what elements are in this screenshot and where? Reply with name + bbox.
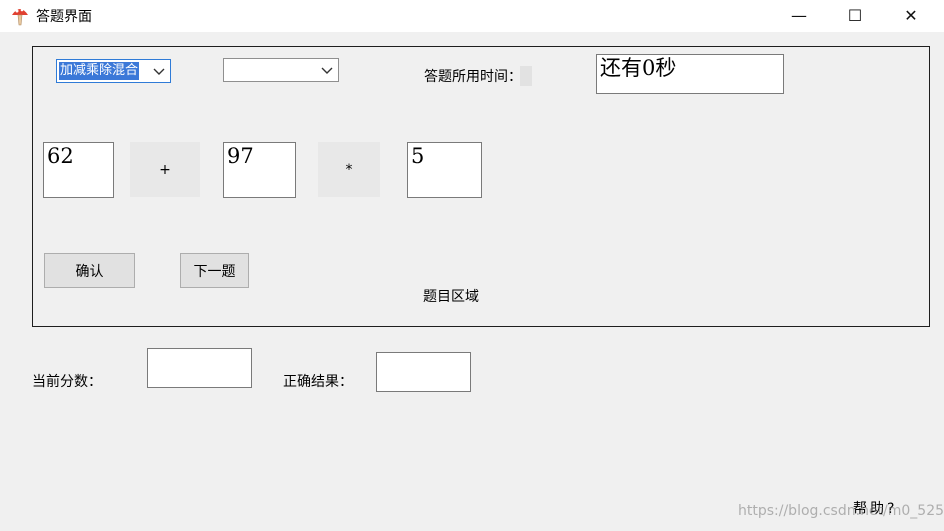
mushroom-icon	[12, 8, 28, 26]
minimize-button[interactable]: —	[776, 0, 822, 30]
question-region-label: 题目区域	[423, 289, 479, 305]
chevron-down-icon[interactable]	[319, 62, 335, 78]
close-button[interactable]: ✕	[888, 0, 934, 30]
quiz-window: 答题界面 — ☐ ✕ 加减乘除混合 答题所用时间： 还有0秒 62 + 97 *…	[0, 0, 944, 531]
mode-combo[interactable]: 加减乘除混合	[56, 59, 171, 83]
maximize-icon: ☐	[847, 5, 863, 25]
maximize-button[interactable]: ☐	[832, 0, 878, 30]
watermark: https://blog.csdn.net/m0_52517	[738, 503, 944, 519]
next-question-button[interactable]: 下一题	[180, 253, 249, 288]
close-icon: ✕	[904, 5, 918, 25]
title-bar[interactable]: 答题界面 — ☐ ✕	[0, 0, 944, 32]
operator-2-label: *	[318, 142, 380, 197]
number-3-field[interactable]: 5	[407, 142, 482, 198]
score-field[interactable]	[147, 348, 252, 388]
window-title: 答题界面	[36, 9, 92, 25]
mode-combo-value: 加减乘除混合	[59, 62, 140, 80]
confirm-button[interactable]: 确认	[44, 253, 135, 288]
result-label: 正确结果：	[283, 374, 353, 390]
timer-field[interactable]: 还有0秒	[596, 54, 784, 94]
time-label: 答题所用时间：	[424, 66, 532, 86]
score-label: 当前分数：	[32, 374, 102, 390]
level-combo[interactable]	[223, 58, 339, 82]
minimize-icon: —	[791, 5, 807, 25]
number-1-field[interactable]: 62	[43, 142, 114, 198]
number-2-field[interactable]: 97	[223, 142, 296, 198]
operator-1-label: +	[130, 142, 200, 197]
chevron-down-icon[interactable]	[151, 63, 167, 79]
result-field[interactable]	[376, 352, 471, 392]
